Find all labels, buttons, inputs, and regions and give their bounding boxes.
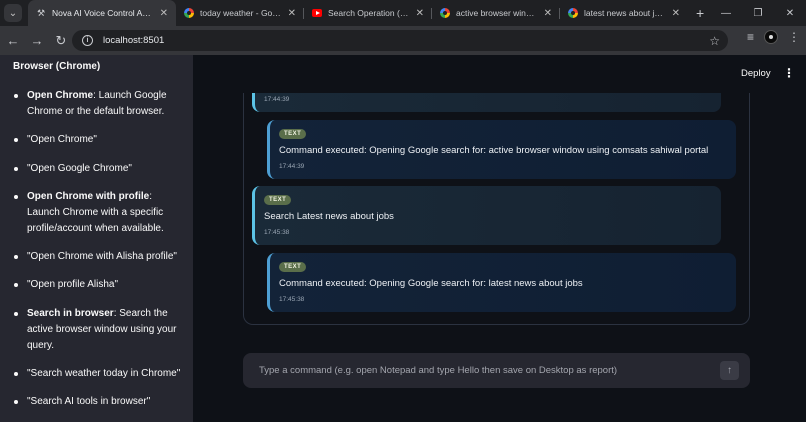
list-item: "Open Chrome with Alisha profile" bbox=[13, 249, 183, 265]
list-item: Search in browser: Search the active bro… bbox=[13, 306, 183, 354]
message-text: Command executed: Opening Google search … bbox=[279, 278, 583, 289]
command-example: "Open profile Alisha" bbox=[27, 279, 119, 291]
tab-strip: ⌄ ⚒ Nova AI Voice Control A… ✕ today wea… bbox=[0, 0, 806, 26]
reload-icon[interactable]: ↻ bbox=[50, 30, 72, 52]
minimize-icon[interactable]: — bbox=[710, 0, 742, 26]
command-example: "Open Chrome with Alisha profile" bbox=[27, 251, 177, 263]
tab-title: today weather - Google S… bbox=[200, 8, 282, 18]
sidebar-heading: Browser (Chrome) bbox=[13, 61, 101, 72]
toolbar-actions: ≡ ⋮ bbox=[747, 30, 800, 44]
google-icon bbox=[184, 8, 194, 18]
chevron-down-icon: ⌄ bbox=[8, 7, 18, 19]
close-tab-icon[interactable]: ✕ bbox=[416, 8, 424, 19]
google-icon bbox=[568, 8, 578, 18]
back-icon[interactable]: ← bbox=[2, 30, 24, 52]
list-item: Open Chrome: Launch Google Chrome or the… bbox=[13, 88, 183, 120]
close-tab-icon[interactable]: ✕ bbox=[672, 8, 680, 19]
command-input[interactable] bbox=[259, 361, 699, 380]
tab-latest-news[interactable]: latest news about jobs - … ✕ bbox=[560, 0, 688, 26]
bot-message: TEXT Command executed: Opening Google se… bbox=[267, 120, 736, 179]
close-tab-icon[interactable]: ✕ bbox=[160, 8, 168, 19]
user-message: TEXT Search Latest news about jobs 17:45… bbox=[252, 186, 721, 245]
message-time: 17:45:38 bbox=[264, 229, 290, 236]
address-url[interactable]: localhost:8501 bbox=[103, 35, 164, 46]
tab-title: Nova AI Voice Control A… bbox=[52, 8, 151, 18]
tab-title: active browser window u… bbox=[456, 8, 538, 18]
chat-history: 17:44:39 TEXT Command executed: Opening … bbox=[243, 75, 750, 325]
list-item: "Open profile Alisha" bbox=[13, 277, 183, 293]
close-tab-icon[interactable]: ✕ bbox=[544, 8, 552, 19]
type-badge: TEXT bbox=[279, 262, 307, 272]
sidebar-command-list: Open Chrome: Launch Google Chrome or the… bbox=[13, 88, 183, 422]
type-badge: TEXT bbox=[279, 129, 307, 139]
command-example: "Search AI tools in browser" bbox=[27, 396, 151, 408]
message-text: Search Latest news about jobs bbox=[264, 211, 394, 222]
app-header: Deploy ⋮ bbox=[193, 55, 806, 93]
tab-search-operation[interactable]: Search Operation (2025 … ✕ bbox=[304, 0, 432, 26]
list-item: "Search AI tools in browser" bbox=[13, 394, 183, 410]
chat-input-box: ↑ bbox=[243, 353, 750, 388]
close-window-icon[interactable]: ✕ bbox=[774, 0, 806, 26]
window-controls: — ❐ ✕ bbox=[710, 0, 806, 26]
new-tab-icon[interactable]: + bbox=[696, 5, 704, 21]
app-menu-icon[interactable]: ⋮ bbox=[783, 66, 795, 80]
bot-message: TEXT Command executed: Opening Google se… bbox=[267, 253, 736, 312]
deploy-button[interactable]: Deploy bbox=[741, 68, 771, 79]
message-text: Command executed: Opening Google search … bbox=[279, 145, 709, 156]
restore-icon[interactable]: ❐ bbox=[742, 0, 774, 26]
forward-icon[interactable]: → bbox=[26, 30, 48, 52]
close-tab-icon[interactable]: ✕ bbox=[288, 8, 296, 19]
bookmark-star-icon[interactable]: ☆ bbox=[709, 34, 720, 48]
address-bar[interactable]: i localhost:8501 ☆ bbox=[72, 30, 728, 51]
profile-avatar-icon[interactable] bbox=[764, 30, 778, 44]
google-icon bbox=[440, 8, 450, 18]
tab-active-browser-window[interactable]: active browser window u… ✕ bbox=[432, 0, 560, 26]
sidebar: Browser (Chrome) Open Chrome: Launch Goo… bbox=[0, 55, 193, 422]
list-item: Open Chrome with profile: Launch Chrome … bbox=[13, 189, 183, 237]
media-controls-icon[interactable]: ≡ bbox=[747, 30, 754, 44]
list-item: "Open Chrome" bbox=[13, 132, 183, 148]
command-example: "Open Google Chrome" bbox=[27, 162, 132, 174]
command-name: Search in browser bbox=[27, 307, 114, 319]
command-example: "Search weather today in Chrome" bbox=[27, 368, 181, 380]
message-time: 17:44:39 bbox=[279, 163, 305, 170]
hammer-icon: ⚒ bbox=[36, 7, 46, 18]
tab-title: latest news about jobs - … bbox=[584, 8, 666, 18]
command-example: "Open Chrome" bbox=[27, 134, 97, 146]
tab-nova-ai[interactable]: ⚒ Nova AI Voice Control A… ✕ bbox=[28, 0, 176, 26]
tab-today-weather[interactable]: today weather - Google S… ✕ bbox=[176, 0, 304, 26]
list-item: "Open Google Chrome" bbox=[13, 161, 183, 177]
command-name: Open Chrome with profile bbox=[27, 190, 150, 202]
message-time: 17:44:39 bbox=[264, 96, 290, 103]
message-time: 17:45:38 bbox=[279, 296, 305, 303]
arrow-up-icon: ↑ bbox=[727, 365, 732, 376]
browser-toolbar: ← → ↻ i localhost:8501 ☆ ≡ ⋮ bbox=[0, 26, 806, 55]
type-badge: TEXT bbox=[264, 195, 292, 205]
youtube-icon bbox=[312, 8, 322, 18]
command-name: Open Chrome bbox=[27, 90, 94, 101]
tab-title: Search Operation (2025 … bbox=[328, 8, 410, 18]
site-info-icon[interactable]: i bbox=[82, 35, 93, 46]
list-item: "Search weather today in Chrome" bbox=[13, 366, 183, 382]
tab-search-button[interactable]: ⌄ bbox=[4, 4, 22, 22]
send-button[interactable]: ↑ bbox=[720, 361, 739, 380]
browser-menu-icon[interactable]: ⋮ bbox=[788, 30, 800, 44]
